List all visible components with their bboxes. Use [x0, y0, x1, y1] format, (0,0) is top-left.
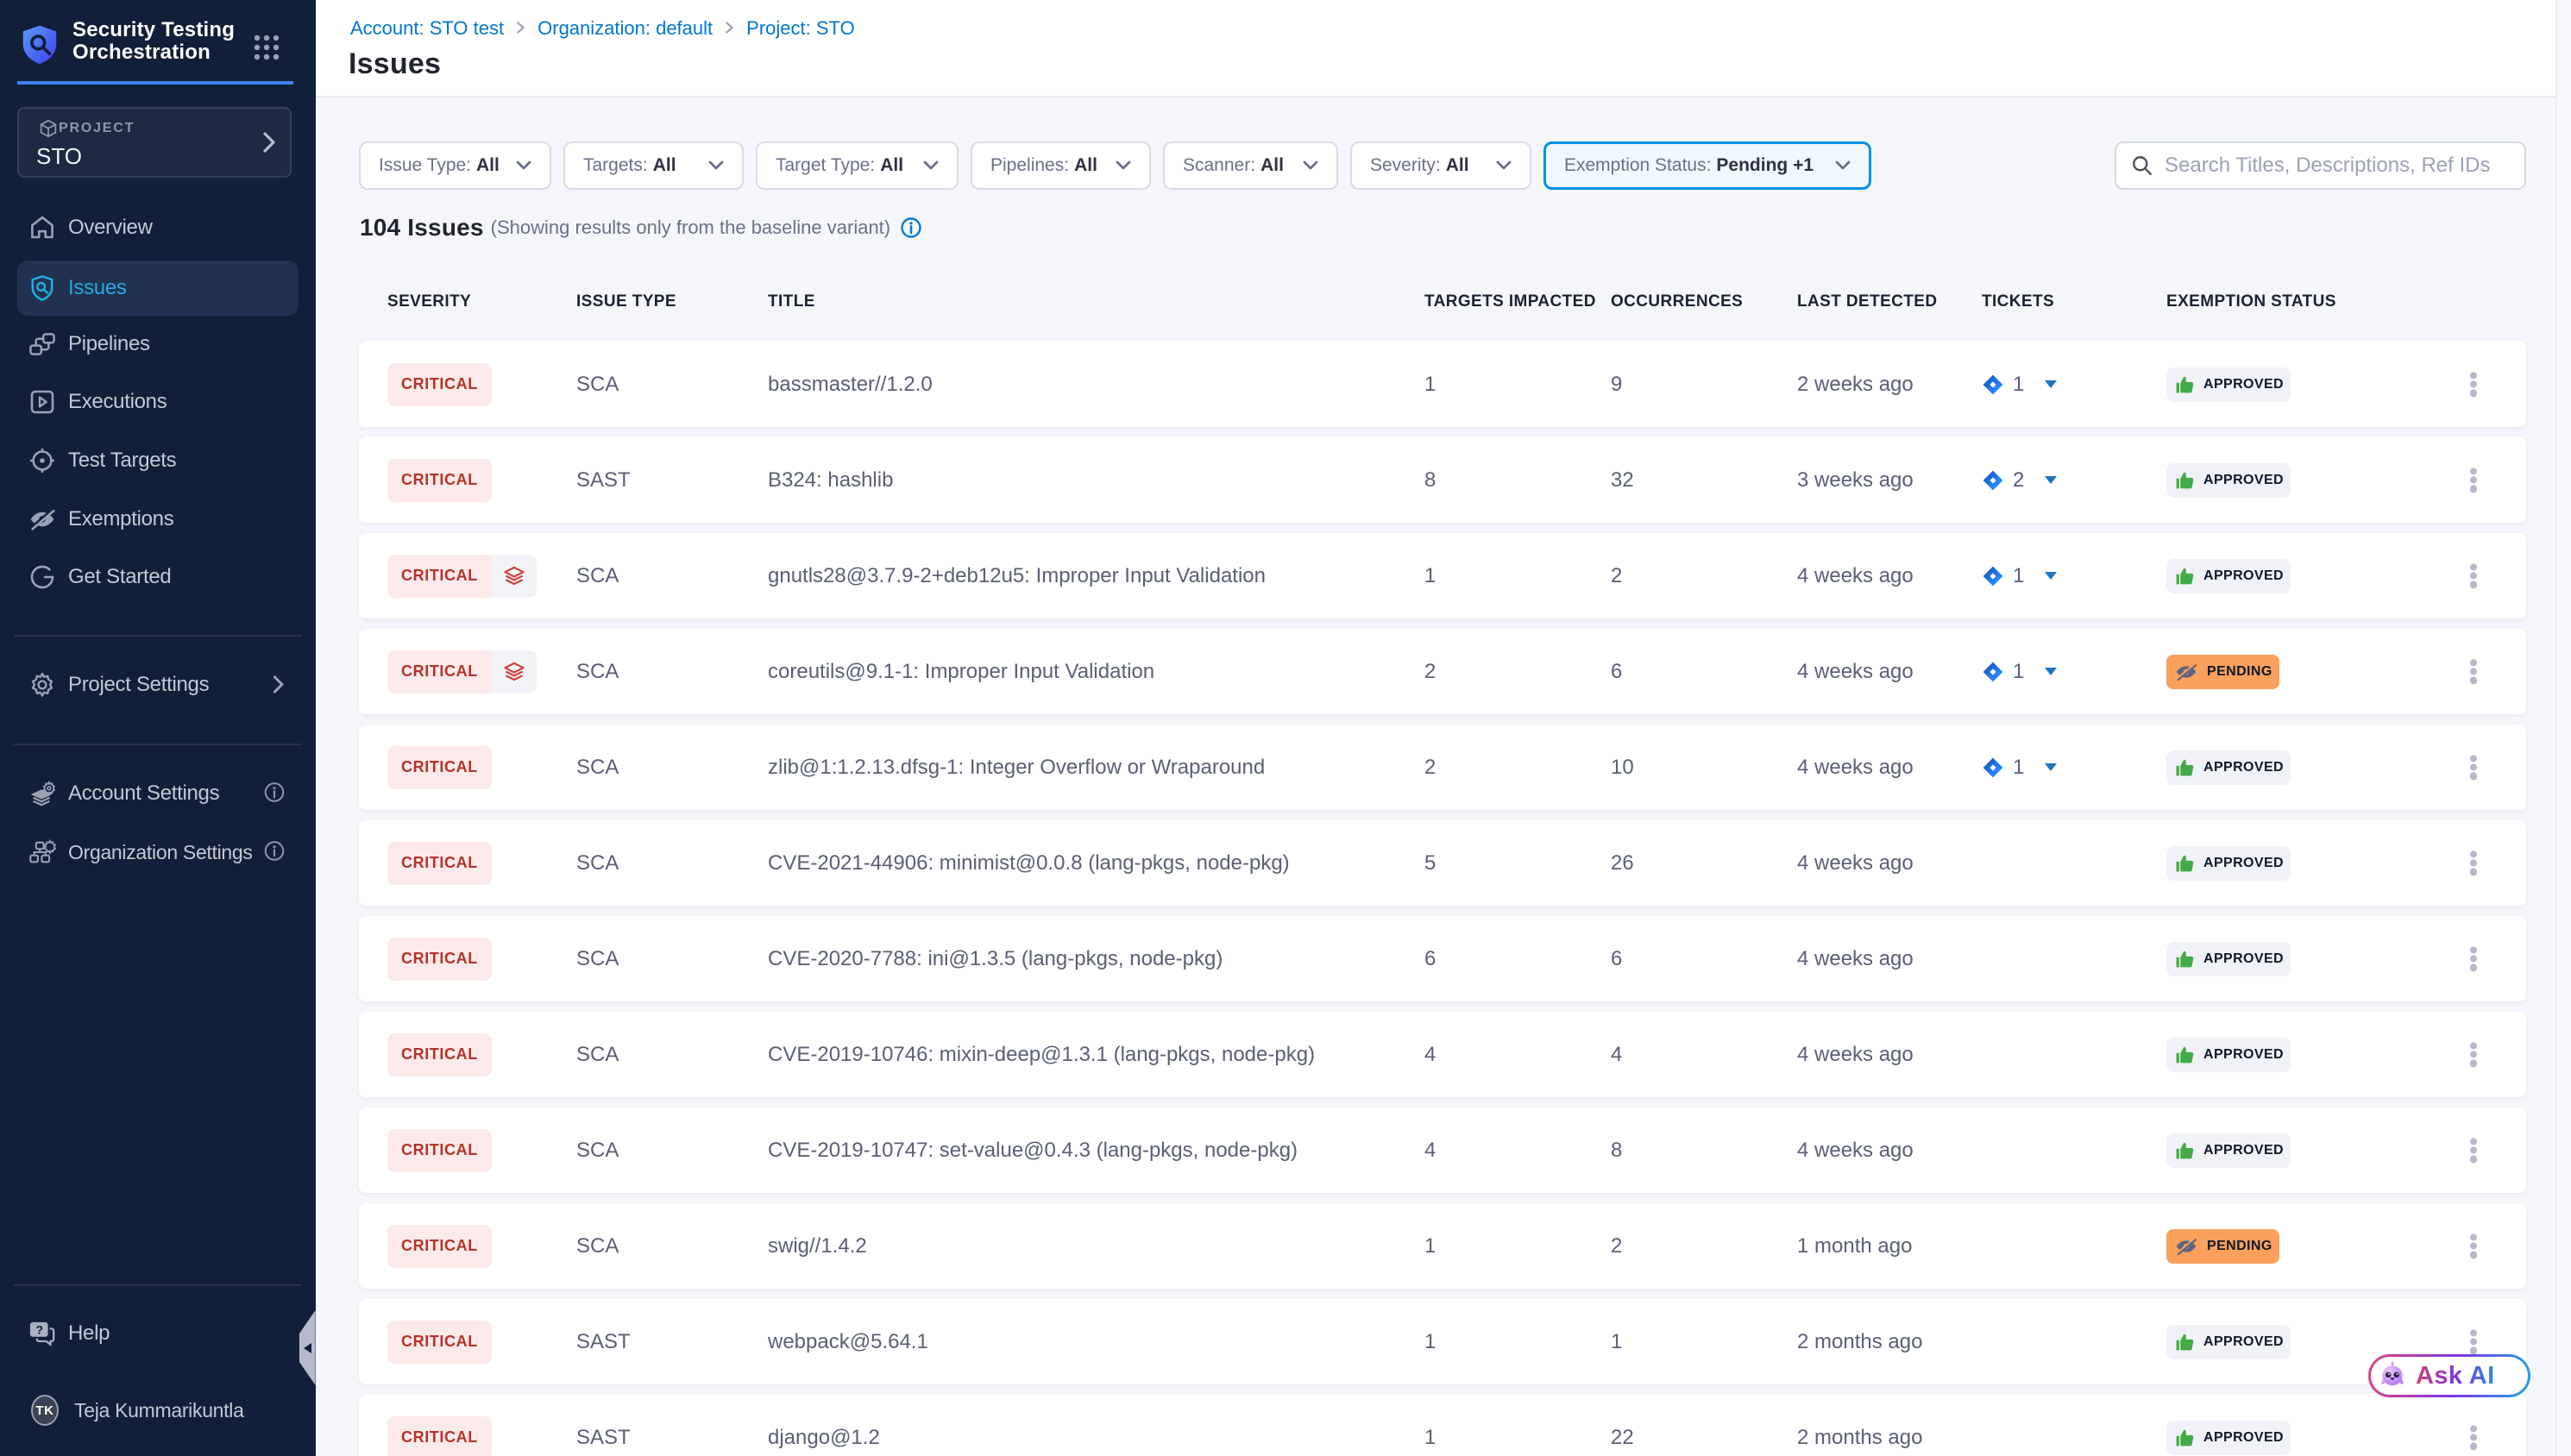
svg-text:?: ?: [35, 1322, 43, 1336]
